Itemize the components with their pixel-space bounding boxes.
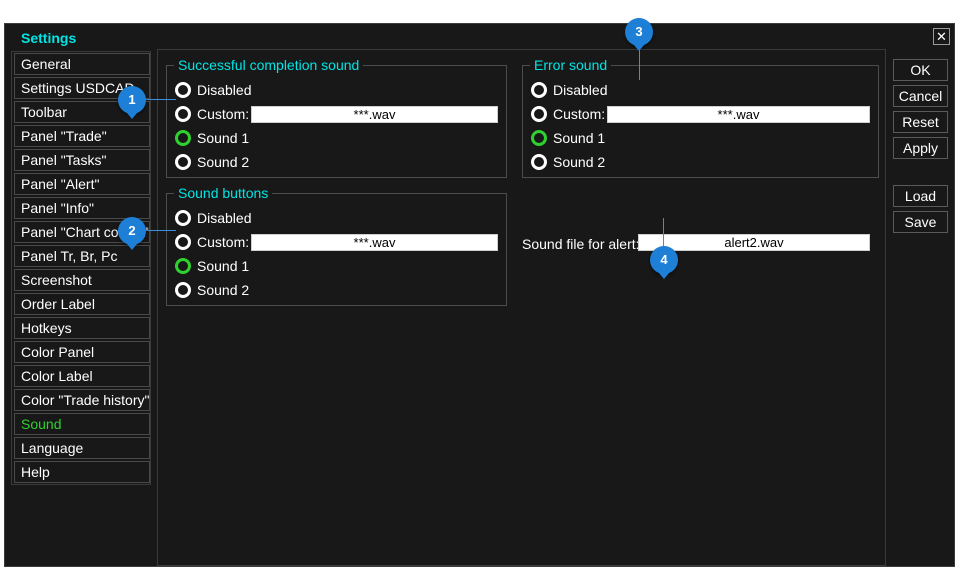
save-button[interactable]: Save xyxy=(893,211,948,233)
success-custom-input[interactable] xyxy=(251,106,498,123)
sidebar-item-help[interactable]: Help xyxy=(14,461,150,483)
error-option-sound-1[interactable]: Sound 1 xyxy=(531,128,605,148)
callout-3-line xyxy=(639,50,640,80)
option-label: Sound 1 xyxy=(197,130,250,146)
sidebar-item-sound[interactable]: Sound xyxy=(14,413,150,435)
error-sound-title: Error sound xyxy=(530,57,612,73)
cancel-button[interactable]: Cancel xyxy=(893,85,948,107)
sound-buttons-group: Sound buttons Disabled Custom: Sound 1 S… xyxy=(166,185,507,306)
radio-checked-icon xyxy=(531,130,547,146)
option-label: Disabled xyxy=(197,82,252,98)
callout-1-line xyxy=(146,99,176,100)
callout-4: 4 xyxy=(650,246,678,279)
radio-icon xyxy=(175,154,191,170)
radio-icon xyxy=(531,82,547,98)
sidebar-item-panel-alert[interactable]: Panel "Alert" xyxy=(14,173,150,195)
reset-button[interactable]: Reset xyxy=(893,111,948,133)
error-custom-input[interactable] xyxy=(607,106,870,123)
sidebar-item-color-label[interactable]: Color Label xyxy=(14,365,150,387)
settings-window: Settings ✕ General Settings USDCAD Toolb… xyxy=(4,23,955,567)
error-option-custom[interactable]: Custom: xyxy=(531,104,605,124)
callout-4-line xyxy=(663,218,664,248)
success-sound-group: Successful completion sound Disabled Cus… xyxy=(166,57,507,178)
callout-1: 1 xyxy=(118,86,146,119)
sidebar-item-panel-trade[interactable]: Panel "Trade" xyxy=(14,125,150,147)
buttons-option-sound-2[interactable]: Sound 2 xyxy=(175,280,249,300)
success-option-custom[interactable]: Custom: xyxy=(175,104,249,124)
radio-icon xyxy=(175,234,191,250)
success-option-disabled[interactable]: Disabled xyxy=(175,80,251,100)
option-label: Sound 1 xyxy=(197,258,250,274)
radio-checked-icon xyxy=(175,130,191,146)
radio-checked-icon xyxy=(175,258,191,274)
buttons-option-disabled[interactable]: Disabled xyxy=(175,208,251,228)
option-label: Disabled xyxy=(197,210,252,226)
radio-icon xyxy=(175,82,191,98)
sidebar-item-color-panel[interactable]: Color Panel xyxy=(14,341,150,363)
option-label: Sound 1 xyxy=(553,130,606,146)
sidebar-item-screenshot[interactable]: Screenshot xyxy=(14,269,150,291)
callout-2: 2 xyxy=(118,217,146,250)
sidebar-item-language[interactable]: Language xyxy=(14,437,150,459)
sidebar-item-general[interactable]: General xyxy=(14,53,150,75)
radio-icon xyxy=(175,282,191,298)
option-label: Custom: xyxy=(197,234,250,250)
option-label: Custom: xyxy=(553,106,606,122)
load-button[interactable]: Load xyxy=(893,185,948,207)
sidebar-item-order-label[interactable]: Order Label xyxy=(14,293,150,315)
sidebar-item-color-trade-history[interactable]: Color "Trade history" xyxy=(14,389,150,411)
success-option-sound-2[interactable]: Sound 2 xyxy=(175,152,249,172)
option-label: Sound 2 xyxy=(197,282,250,298)
apply-button[interactable]: Apply xyxy=(893,137,948,159)
option-label: Sound 2 xyxy=(197,154,250,170)
buttons-option-custom[interactable]: Custom: xyxy=(175,232,249,252)
sidebar-item-panel-info[interactable]: Panel "Info" xyxy=(14,197,150,219)
error-option-sound-2[interactable]: Sound 2 xyxy=(531,152,605,172)
radio-icon xyxy=(531,106,547,122)
ok-button[interactable]: OK xyxy=(893,59,948,81)
radio-icon xyxy=(175,210,191,226)
option-label: Sound 2 xyxy=(553,154,606,170)
alert-sound-label: Sound file for alert: xyxy=(522,236,640,252)
option-label: Custom: xyxy=(197,106,250,122)
option-label: Disabled xyxy=(553,82,608,98)
sidebar-item-hotkeys[interactable]: Hotkeys xyxy=(14,317,150,339)
radio-icon xyxy=(175,106,191,122)
buttons-option-sound-1[interactable]: Sound 1 xyxy=(175,256,249,276)
callout-2-line xyxy=(146,230,176,231)
buttons-custom-input[interactable] xyxy=(251,234,498,251)
close-icon[interactable]: ✕ xyxy=(933,28,950,45)
content-panel: Successful completion sound Disabled Cus… xyxy=(157,49,886,566)
radio-icon xyxy=(531,154,547,170)
error-sound-group: Error sound Disabled Custom: Sound 1 Sou… xyxy=(522,57,879,178)
callout-3: 3 xyxy=(625,18,653,51)
success-option-sound-1[interactable]: Sound 1 xyxy=(175,128,249,148)
sidebar-item-panel-tasks[interactable]: Panel "Tasks" xyxy=(14,149,150,171)
success-sound-title: Successful completion sound xyxy=(174,57,364,73)
window-title: Settings xyxy=(21,30,77,46)
sound-buttons-title: Sound buttons xyxy=(174,185,273,201)
error-option-disabled[interactable]: Disabled xyxy=(531,80,607,100)
